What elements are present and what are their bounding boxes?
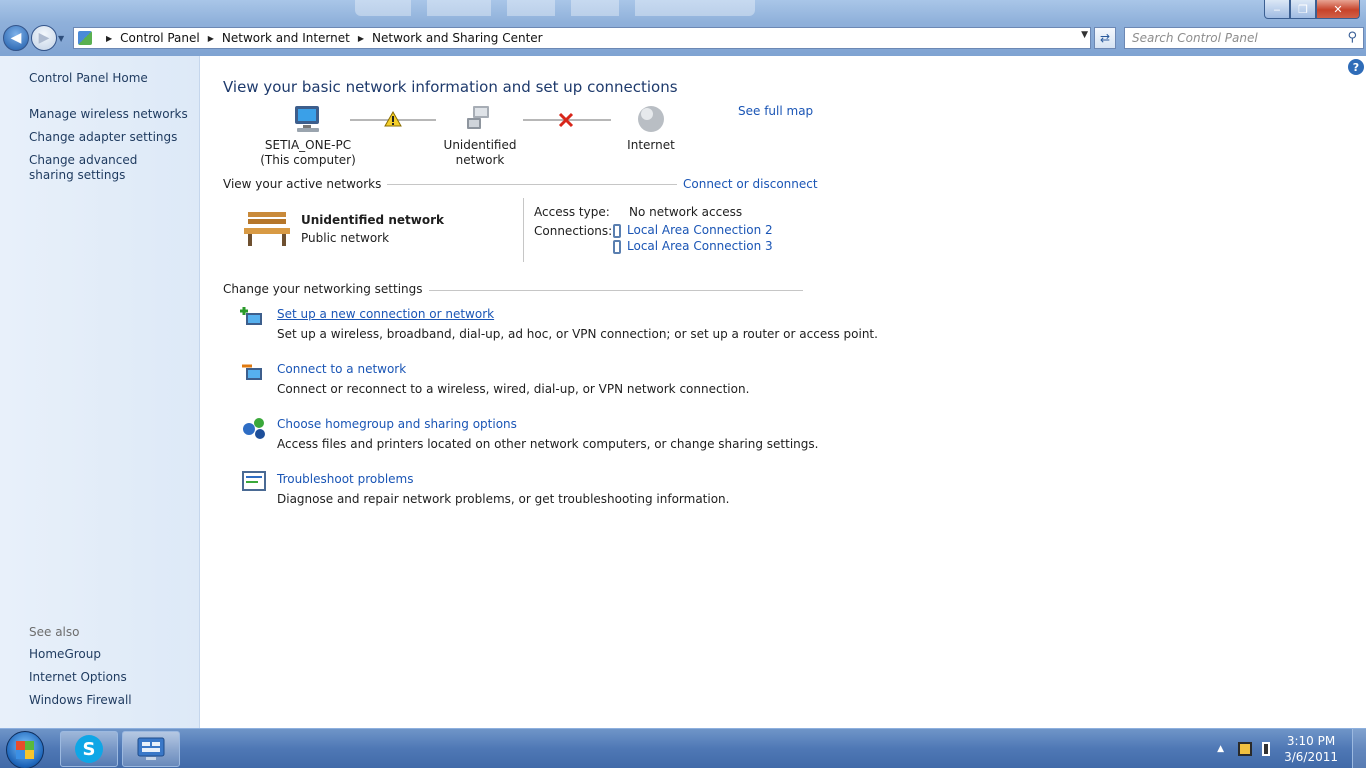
see-also-label: See also: [29, 625, 80, 639]
globe-icon: [638, 106, 664, 132]
chevron-right-icon[interactable]: ▶: [106, 34, 112, 43]
close-button[interactable]: ✕: [1316, 0, 1360, 19]
sidebar-manage-wireless[interactable]: Manage wireless networks: [29, 107, 188, 122]
connect-disconnect-link[interactable]: Connect or disconnect: [677, 177, 818, 191]
show-hidden-icons[interactable]: ▲: [1217, 744, 1224, 754]
taskbar-control-panel[interactable]: [122, 731, 180, 767]
arrow-left-icon: ◀: [10, 30, 22, 46]
active-networks-heading: View your active networks: [223, 177, 388, 191]
task-link-troubleshoot[interactable]: Troubleshoot problems: [277, 472, 413, 486]
map-internet[interactable]: Internet: [611, 104, 691, 153]
task-link-connect-network[interactable]: Connect to a network: [277, 362, 406, 376]
address-bar[interactable]: ▶ Control Panel ▶ Network and Internet ▶…: [73, 27, 1091, 49]
clock-time: 3:10 PM: [1286, 734, 1336, 748]
search-input[interactable]: Search Control Panel ⚲: [1124, 27, 1364, 49]
windows-logo-icon: [16, 741, 34, 759]
skype-icon: S: [75, 735, 103, 763]
back-button[interactable]: ◀: [3, 25, 29, 51]
system-tray: ▲ 3:10 PM 3/6/2011: [1217, 729, 1366, 768]
network-icon: [467, 106, 489, 129]
error-x-icon[interactable]: [558, 112, 574, 128]
settings-heading: Change your networking settings: [223, 282, 429, 296]
taskbar: S ▲ 3:10 PM 3/6/2011: [0, 728, 1366, 768]
clock[interactable]: 3:10 PM 3/6/2011: [1284, 733, 1338, 765]
sidebar-change-adapter[interactable]: Change adapter settings: [29, 130, 177, 145]
breadcrumb-control-panel[interactable]: Control Panel: [120, 31, 200, 45]
background-tabs: [355, 0, 755, 16]
task-link-new-connection[interactable]: Set up a new connection or network: [277, 307, 494, 321]
search-placeholder: Search Control Panel: [1132, 31, 1258, 45]
address-dropdown-icon[interactable]: ▼: [1081, 30, 1088, 40]
ethernet-icon: [613, 223, 621, 238]
refresh-button[interactable]: ⇄: [1094, 27, 1116, 49]
connection-link-2[interactable]: Local Area Connection 2: [627, 223, 773, 237]
active-network-name: Unidentified network: [301, 213, 444, 227]
computer-name: SETIA_ONE-PC: [264, 138, 352, 152]
minimize-button[interactable]: ‒: [1264, 0, 1290, 19]
connection-item[interactable]: Local Area Connection 3: [613, 239, 773, 254]
ethernet-icon: [613, 239, 621, 254]
start-button[interactable]: [6, 731, 44, 768]
breadcrumb-network-and-internet[interactable]: Network and Internet: [222, 31, 350, 45]
page-title: View your basic network information and …: [223, 78, 678, 96]
sidebar-internet-options[interactable]: Internet Options: [29, 670, 127, 685]
access-type-value: No network access: [629, 205, 743, 219]
computer-sub: (This computer): [260, 153, 356, 167]
connect-network-icon: [242, 364, 262, 380]
window-controls: ‒ ❐ ✕: [1264, 0, 1360, 19]
refresh-icon: ⇄: [1099, 31, 1111, 45]
public-network-bench-icon: [244, 212, 290, 246]
vertical-divider: [523, 198, 524, 262]
computer-icon: [295, 106, 319, 132]
battery-icon[interactable]: [1262, 742, 1271, 756]
recent-pages-dropdown[interactable]: ▼: [58, 34, 64, 43]
taskbar-skype[interactable]: S: [60, 731, 118, 767]
search-icon[interactable]: ⚲: [1347, 30, 1357, 45]
action-center-icon[interactable]: [1238, 742, 1253, 756]
sidebar: Control Panel Home Manage wireless netwo…: [0, 56, 200, 728]
network-type-link[interactable]: Public network: [301, 231, 389, 245]
clock-date: 3/6/2011: [1284, 750, 1338, 764]
task-desc: Set up a wireless, broadband, dial-up, a…: [277, 327, 878, 341]
connection-item[interactable]: Local Area Connection 2: [613, 223, 773, 238]
map-computer[interactable]: SETIA_ONE-PC (This computer): [260, 104, 356, 168]
breadcrumb: ▶ Control Panel ▶ Network and Internet ▶…: [98, 31, 543, 45]
internet-label: Internet: [627, 138, 675, 152]
access-type-label: Access type:: [534, 205, 610, 219]
sidebar-control-panel-home[interactable]: Control Panel Home: [29, 71, 148, 86]
chevron-right-icon[interactable]: ▶: [358, 34, 364, 43]
new-connection-icon: [240, 307, 262, 325]
maximize-button[interactable]: ❐: [1290, 0, 1316, 19]
task-desc: Access files and printers located on oth…: [277, 437, 819, 451]
homegroup-icon: [243, 418, 265, 439]
connections-label: Connections:: [534, 224, 613, 238]
warning-icon[interactable]: [384, 111, 402, 127]
sidebar-windows-firewall[interactable]: Windows Firewall: [29, 693, 132, 708]
see-full-map-link[interactable]: See full map: [738, 104, 813, 118]
chevron-right-icon[interactable]: ▶: [208, 34, 214, 43]
control-panel-icon: [78, 31, 92, 45]
map-network[interactable]: Unidentified network: [420, 104, 540, 168]
troubleshoot-icon: [242, 471, 266, 491]
sidebar-homegroup[interactable]: HomeGroup: [29, 647, 101, 662]
show-desktop-button[interactable]: [1352, 729, 1366, 768]
forward-button[interactable]: ▶: [31, 25, 57, 51]
task-desc: Connect or reconnect to a wireless, wire…: [277, 382, 750, 396]
task-desc: Diagnose and repair network problems, or…: [277, 492, 730, 506]
breadcrumb-network-sharing-center[interactable]: Network and Sharing Center: [372, 31, 543, 45]
control-panel-icon: [137, 737, 165, 760]
network-label: Unidentified network: [443, 138, 517, 167]
arrow-right-icon: ▶: [38, 30, 50, 46]
task-link-homegroup[interactable]: Choose homegroup and sharing options: [277, 417, 517, 431]
sidebar-advanced-sharing[interactable]: Change advanced sharing settings: [29, 153, 179, 183]
main-content: View your basic network information and …: [200, 56, 1366, 728]
connection-link-3[interactable]: Local Area Connection 3: [627, 239, 773, 253]
